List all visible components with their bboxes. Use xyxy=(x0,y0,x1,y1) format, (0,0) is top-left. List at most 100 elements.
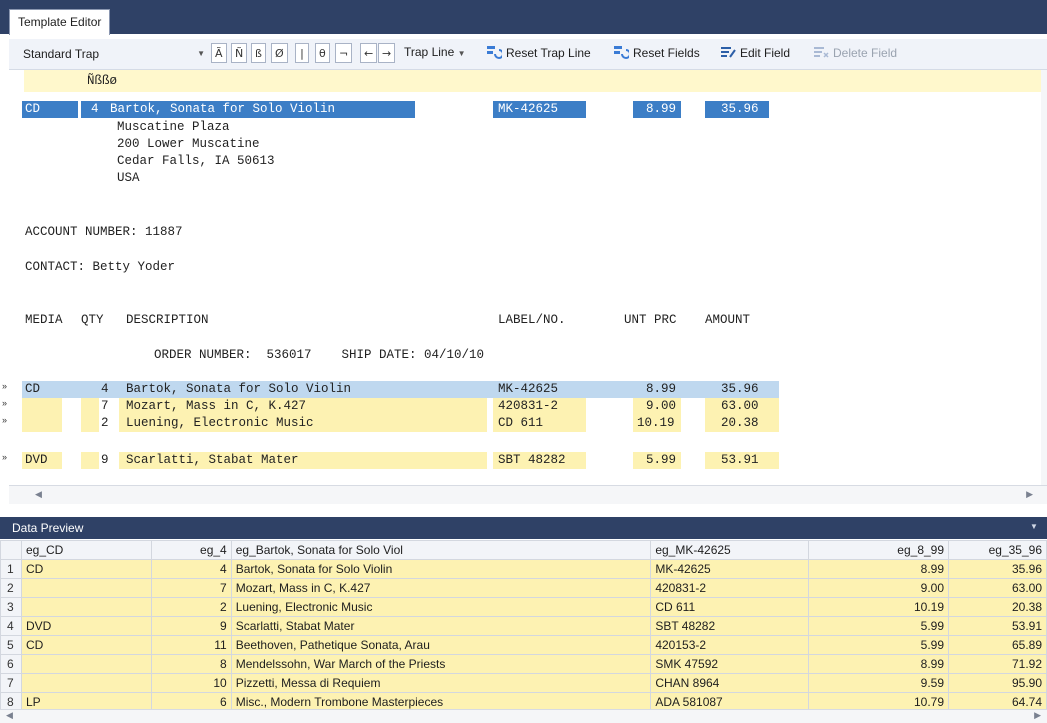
reset-fields-button[interactable]: Reset Fields xyxy=(613,45,700,60)
panel-menu-icon[interactable]: ▼ xyxy=(1030,522,1038,531)
table-cell[interactable]: 20.38 xyxy=(948,597,1047,617)
char-button-eszett[interactable]: ß xyxy=(251,43,266,63)
scroll-left-icon[interactable]: ◀ xyxy=(35,489,42,500)
delete-field-button[interactable]: Delete Field xyxy=(813,45,897,60)
table-cell[interactable]: SMK 47592 xyxy=(650,654,810,674)
table-cell[interactable]: Mendelssohn, War March of the Priests xyxy=(230,654,652,674)
table-cell[interactable]: 10 xyxy=(150,673,232,693)
column-header[interactable]: eg_4 xyxy=(150,540,232,560)
trap-line-dropdown[interactable]: Trap Line ▼ xyxy=(404,45,466,59)
table-cell[interactable]: SBT 48282 xyxy=(650,616,810,636)
table-cell[interactable]: 65.89 xyxy=(948,635,1047,655)
table-cell[interactable] xyxy=(20,597,152,617)
grid-horizontal-scrollbar[interactable]: ◀ ▶ xyxy=(0,709,1047,723)
reset-trap-line-button[interactable]: Reset Trap Line xyxy=(486,45,591,60)
scroll-right-icon[interactable]: ▶ xyxy=(1034,710,1041,721)
table-cell[interactable]: CD xyxy=(20,559,152,579)
table-row[interactable]: 7 10 Pizzetti, Messa di Requiem CHAN 896… xyxy=(0,673,1047,693)
row-marker-icon: » xyxy=(2,452,8,462)
table-cell[interactable]: CD xyxy=(20,635,152,655)
column-header[interactable]: eg_CD xyxy=(20,540,152,560)
table-cell[interactable] xyxy=(20,654,152,674)
table-cell[interactable]: Luening, Electronic Music xyxy=(230,597,652,617)
table-cell[interactable]: 9.00 xyxy=(808,578,950,598)
table-cell[interactable]: 4 xyxy=(150,559,232,579)
table-cell[interactable]: 10.19 xyxy=(808,597,950,617)
data-preview-grid[interactable]: eg_CD eg_4 eg_Bartok, Sonata for Solo Vi… xyxy=(0,540,1047,710)
column-header[interactable]: eg_Bartok, Sonata for Solo Viol xyxy=(230,540,652,560)
table-row[interactable]: 6 8 Mendelssohn, War March of the Priest… xyxy=(0,654,1047,674)
table-cell[interactable]: Beethoven, Pathetique Sonata, Arau xyxy=(230,635,652,655)
table-cell[interactable]: 9.59 xyxy=(808,673,950,693)
char-button-not[interactable]: ¬ xyxy=(335,43,353,63)
editor-horizontal-scrollbar[interactable]: ◀ ▶ xyxy=(9,485,1047,504)
table-cell[interactable]: 35.96 xyxy=(948,559,1047,579)
table-cell[interactable]: 8 xyxy=(150,654,232,674)
next-field-button[interactable]: → xyxy=(378,43,396,63)
template-editor-tab[interactable]: Template Editor xyxy=(9,9,111,35)
table-cell[interactable]: Mozart, Mass in C, K.427 xyxy=(230,578,652,598)
edit-field-button[interactable]: Edit Field xyxy=(720,45,790,60)
table-cell[interactable]: 9 xyxy=(150,616,232,636)
row-unit: 9.00 xyxy=(646,399,677,413)
row-header-corner xyxy=(0,540,22,560)
char-button-n-tilde[interactable]: Ñ xyxy=(231,43,248,63)
table-cell[interactable]: 5.99 xyxy=(808,616,950,636)
scroll-left-icon[interactable]: ◀ xyxy=(6,710,13,721)
table-cell[interactable]: Pizzetti, Messa di Requiem xyxy=(230,673,652,693)
table-cell[interactable]: 5.99 xyxy=(808,635,950,655)
column-header[interactable]: eg_35_96 xyxy=(948,540,1047,560)
table-row[interactable]: 2 7 Mozart, Mass in C, K.427 420831-2 9.… xyxy=(0,578,1047,598)
table-cell[interactable]: 8.99 xyxy=(808,559,950,579)
table-cell[interactable]: 7 xyxy=(150,578,232,598)
table-cell[interactable]: ADA 581087 xyxy=(650,692,810,710)
row-amount: 53.91 xyxy=(721,453,759,467)
table-row[interactable]: 4 DVD 9 Scarlatti, Stabat Mater SBT 4828… xyxy=(0,616,1047,636)
row-qty: 4 xyxy=(101,382,109,396)
scroll-right-icon[interactable]: ▶ xyxy=(1026,489,1033,500)
table-cell[interactable]: 63.00 xyxy=(948,578,1047,598)
table-cell[interactable]: Misc., Modern Trombone Masterpieces xyxy=(230,692,652,710)
address-line-3: Cedar Falls, IA 50613 xyxy=(117,154,275,168)
table-cell[interactable]: LP xyxy=(20,692,152,710)
table-cell[interactable]: 10.79 xyxy=(808,692,950,710)
table-cell[interactable]: 420831-2 xyxy=(650,578,810,598)
editor-vertical-scrollbar[interactable] xyxy=(1041,70,1047,485)
table-row[interactable]: 5 CD 11 Beethoven, Pathetique Sonata, Ar… xyxy=(0,635,1047,655)
column-header[interactable]: eg_MK-42625 xyxy=(650,540,810,560)
table-cell[interactable]: 64.74 xyxy=(948,692,1047,710)
char-button-theta[interactable]: θ xyxy=(315,43,330,63)
trap-type-select[interactable]: Standard Trap ▼ xyxy=(23,44,207,64)
table-cell[interactable]: Bartok, Sonata for Solo Violin xyxy=(230,559,652,579)
table-cell[interactable]: CHAN 8964 xyxy=(650,673,810,693)
table-row[interactable]: 3 2 Luening, Electronic Music CD 611 10.… xyxy=(0,597,1047,617)
table-cell[interactable]: CD 611 xyxy=(650,597,810,617)
table-cell[interactable]: 71.92 xyxy=(948,654,1047,674)
table-cell[interactable] xyxy=(20,673,152,693)
row-label: SBT 48282 xyxy=(498,453,566,467)
table-cell[interactable]: 8.99 xyxy=(808,654,950,674)
table-cell[interactable]: 53.91 xyxy=(948,616,1047,636)
table-cell[interactable]: DVD xyxy=(20,616,152,636)
table-cell[interactable]: 420153-2 xyxy=(650,635,810,655)
table-cell[interactable]: MK-42625 xyxy=(650,559,810,579)
table-cell[interactable]: 95.90 xyxy=(948,673,1047,693)
prev-field-button[interactable]: ← xyxy=(360,43,378,63)
table-row[interactable]: 1 CD 4 Bartok, Sonata for Solo Violin MK… xyxy=(0,559,1047,579)
char-button-a-tilde[interactable]: Ã xyxy=(211,43,227,63)
table-cell[interactable]: 2 xyxy=(150,597,232,617)
column-header[interactable]: eg_8_99 xyxy=(808,540,950,560)
order-number-line: ORDER NUMBER: 536017 SHIP DATE: 04/10/10 xyxy=(154,348,485,362)
table-cell[interactable] xyxy=(20,578,152,598)
table-cell[interactable]: 11 xyxy=(150,635,232,655)
data-preview-title: Data Preview xyxy=(12,521,84,535)
char-button-pipe[interactable]: | xyxy=(295,43,309,63)
char-button-o-slash[interactable]: Ø xyxy=(271,43,288,63)
table-row[interactable]: 8 LP 6 Misc., Modern Trombone Masterpiec… xyxy=(0,692,1047,710)
row-amount: 63.00 xyxy=(721,399,759,413)
table-cell[interactable]: 6 xyxy=(150,692,232,710)
template-text-editor[interactable]: Ñßßø CD 4 Bartok, Sonata for Solo Violin… xyxy=(9,70,1041,505)
data-preview-table: eg_CD eg_4 eg_Bartok, Sonata for Solo Vi… xyxy=(0,540,1047,710)
table-cell[interactable]: Scarlatti, Stabat Mater xyxy=(230,616,652,636)
row-label: 420831-2 xyxy=(498,399,559,413)
